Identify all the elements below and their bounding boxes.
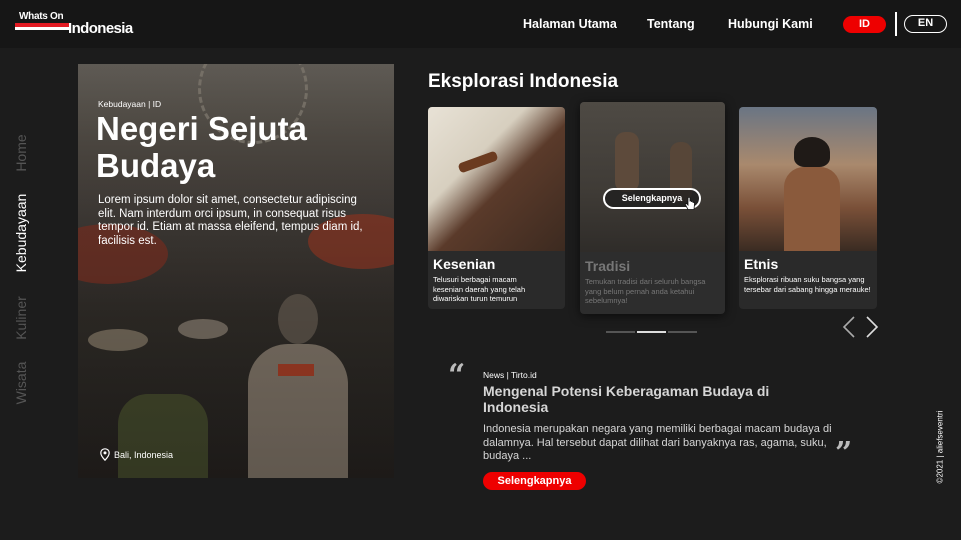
logo-main-text: Indonesia xyxy=(68,20,133,37)
open-quote-icon: “ xyxy=(448,358,466,393)
card-tradisi-description: Temukan tradisi dari seluruh bangsa yang… xyxy=(585,277,706,305)
hero-description: Lorem ipsum dolor sit amet, consectetur … xyxy=(98,194,363,247)
carousel-dot-1[interactable] xyxy=(606,331,635,333)
card-etnis[interactable]: Etnis Eksplorasi ribuan suku bangsa yang… xyxy=(739,107,877,309)
lang-id-button[interactable]: ID xyxy=(843,16,886,33)
sidenav-kebudayaan[interactable]: Kebudayaan xyxy=(13,194,29,273)
hero-kicker: Kebudayaan | ID xyxy=(98,99,162,109)
lang-en-button[interactable]: EN xyxy=(904,15,947,33)
nav-about-link[interactable]: Tentang xyxy=(647,17,695,31)
card-kesenian-image xyxy=(428,107,565,251)
sidenav-home[interactable]: Home xyxy=(13,134,29,171)
hero-title: Negeri Sejuta Budaya xyxy=(96,110,307,184)
card-kesenian[interactable]: Kesenian Telusuri berbagai macam kesenia… xyxy=(428,107,565,309)
chevron-right-icon[interactable] xyxy=(865,316,879,338)
nav-home-link[interactable]: Halaman Utama xyxy=(523,17,617,31)
location-pin-icon xyxy=(100,448,110,461)
carousel-dot-2[interactable] xyxy=(637,331,666,333)
news-more-button[interactable]: Selengkapnya xyxy=(483,472,586,490)
hero-location: Bali, Indonesia xyxy=(100,448,173,461)
card-kesenian-title: Kesenian xyxy=(433,256,496,272)
hand-cursor-icon xyxy=(684,197,695,210)
nav-contact-link[interactable]: Hubungi Kami xyxy=(728,17,813,31)
section-title: Eksplorasi Indonesia xyxy=(428,71,619,92)
copyright-text: ©2021 | aliefseventri xyxy=(935,410,945,484)
card-kesenian-description: Telusuri berbagai macam kesenian daerah … xyxy=(433,275,526,303)
carousel-dot-3[interactable] xyxy=(668,331,697,333)
side-nav: Home Kebudayaan Kuliner Wisata xyxy=(8,0,34,540)
card-etnis-image xyxy=(739,107,877,251)
card-tradisi[interactable]: Selengkapnya Tradisi Temukan tradisi dar… xyxy=(580,102,725,314)
hero-card: Kebudayaan | ID Negeri Sejuta Budaya Lor… xyxy=(78,64,394,478)
close-quote-icon: ” xyxy=(835,436,853,471)
sidenav-kuliner[interactable]: Kuliner xyxy=(13,296,29,340)
news-kicker: News | Tirto.id xyxy=(483,370,537,380)
card-etnis-image-headdress xyxy=(794,137,830,167)
sidenav-wisata[interactable]: Wisata xyxy=(13,362,29,405)
card-tradisi-title: Tradisi xyxy=(585,258,631,274)
header: Whats On Indonesia Halaman Utama Tentang… xyxy=(0,0,961,48)
card-tradisi-image xyxy=(580,102,725,252)
card-etnis-description: Eksplorasi ribuan suku bangsa yang terse… xyxy=(744,275,871,294)
card-tradisi-image-fighter-1 xyxy=(615,132,639,192)
card-etnis-image-figure xyxy=(784,167,840,251)
lang-divider xyxy=(895,12,897,36)
card-kesenian-image-tool xyxy=(457,150,499,174)
hero-location-text: Bali, Indonesia xyxy=(114,449,174,460)
news-description: Indonesia merupakan negara yang memiliki… xyxy=(483,423,832,462)
chevron-left-icon[interactable] xyxy=(842,316,856,338)
news-title: Mengenal Potensi Keberagaman Budaya di I… xyxy=(483,383,770,415)
card-etnis-title: Etnis xyxy=(744,256,779,272)
